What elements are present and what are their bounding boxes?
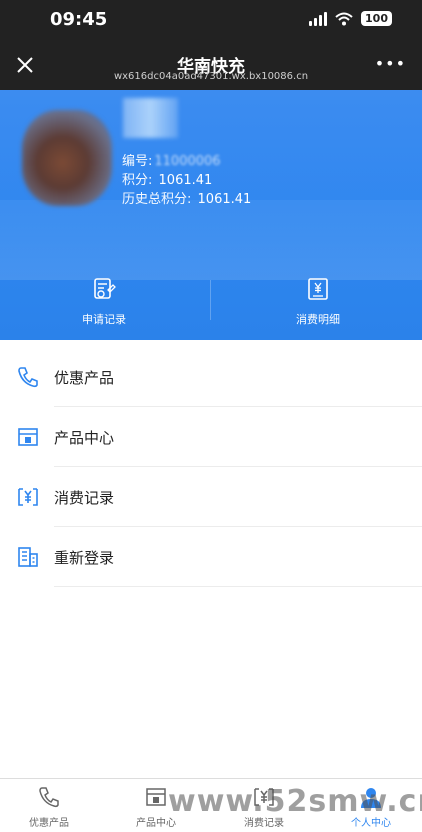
application-record-icon [94, 278, 116, 299]
divider [54, 586, 422, 587]
page-url: wx616dc04a0ad47301.wx.bx10086.cn [113, 71, 309, 82]
tab-label: 优惠产品 [29, 818, 69, 829]
menu-list: 优惠产品 产品中心 消费记录 重新登录 [0, 347, 422, 587]
tab-label: 消费记录 [244, 818, 284, 829]
signal-icon [309, 11, 328, 26]
menu-item-consumption-record[interactable]: 消费记录 [0, 467, 422, 527]
member-id-value: 11000006 [154, 154, 221, 169]
product-center-icon [18, 428, 38, 446]
menu-item-label: 消费记录 [54, 488, 115, 507]
yen-receipt-icon [18, 488, 38, 506]
history-points-value: 1061.41 [197, 192, 252, 207]
status-time: 09:45 [50, 9, 108, 30]
quick-action-consumption-detail[interactable]: 消费明细 [258, 276, 378, 327]
phone-icon [39, 787, 59, 808]
points-value: 1061.41 [158, 173, 213, 188]
tab-label: 产品中心 [136, 818, 176, 829]
battery-indicator: 100 [361, 11, 392, 26]
phone-icon [18, 367, 38, 388]
history-points-label: 历史总积分: [122, 192, 192, 207]
quick-action-label: 消费明细 [296, 313, 340, 326]
nav-bar: 华南快充 wx616dc04a0ad47301.wx.bx10086.cn ••… [0, 40, 422, 90]
quick-divider [210, 280, 211, 320]
header-wave [0, 200, 422, 280]
quick-action-application-record[interactable]: 申请记录 [44, 276, 164, 327]
user-name-blurred [123, 98, 178, 138]
menu-item-discount-products[interactable]: 优惠产品 [0, 347, 422, 407]
menu-item-relogin[interactable]: 重新登录 [0, 527, 422, 587]
menu-item-label: 优惠产品 [54, 368, 115, 387]
tab-discount-products[interactable]: 优惠产品 [9, 785, 89, 830]
menu-item-label: 重新登录 [54, 548, 115, 567]
status-bar: 09:45 100 [0, 0, 422, 40]
building-icon [18, 547, 38, 567]
product-center-icon [146, 788, 166, 806]
wifi-icon [335, 12, 353, 25]
more-icon[interactable]: ••• [375, 54, 406, 73]
quick-action-label: 申请记录 [82, 313, 126, 326]
menu-item-product-center[interactable]: 产品中心 [0, 407, 422, 467]
points-label: 积分: [122, 173, 153, 188]
points: 积分: 1061.41 [122, 169, 212, 188]
member-id: 编号: 11000006 [122, 150, 221, 169]
member-id-label: 编号: [122, 154, 153, 169]
avatar[interactable] [22, 110, 112, 206]
status-icons: 100 [309, 11, 392, 26]
history-points: 历史总积分: 1061.41 [122, 188, 251, 207]
tab-label: 个人中心 [351, 818, 391, 829]
menu-item-label: 产品中心 [54, 428, 115, 447]
consumption-detail-icon [308, 278, 328, 300]
watermark: www.52smw.cn [168, 784, 422, 819]
